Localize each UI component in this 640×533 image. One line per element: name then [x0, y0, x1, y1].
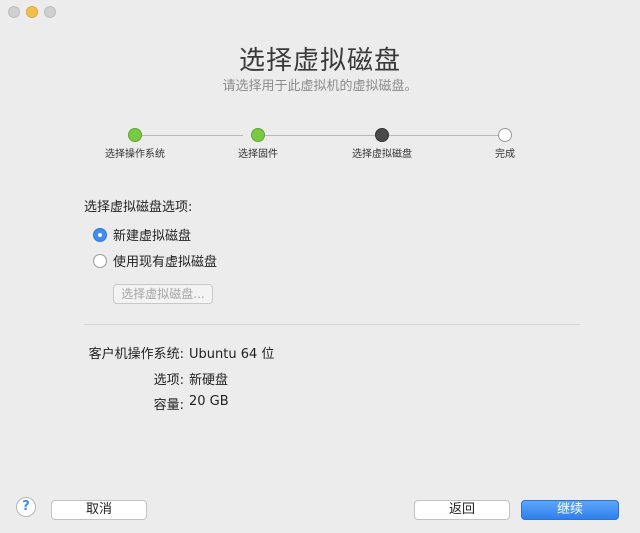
close-window-button[interactable]: [8, 6, 20, 18]
radio-existing-disk[interactable]: 使用现有虚拟磁盘: [93, 251, 217, 270]
radio-selected-icon[interactable]: [93, 227, 107, 242]
step-3-indicator: [375, 128, 389, 142]
step-2-label: 选择固件: [238, 149, 278, 160]
continue-button[interactable]: 继续: [521, 500, 619, 520]
step-2-indicator: [251, 128, 265, 142]
stepper-line: [265, 135, 375, 136]
radio-new-disk-label: 新建虚拟磁盘: [113, 229, 192, 244]
step-1-indicator: [128, 128, 142, 142]
dialog-window: 选择虚拟磁盘 请选择用于此虚拟机的虚拟磁盘。 选择操作系统 选择固件 选择虚拟磁…: [0, 0, 640, 533]
disk-options-label: 选择虚拟磁盘选项:: [84, 200, 193, 215]
stepper-line: [389, 135, 498, 136]
cancel-button[interactable]: 取消: [51, 500, 147, 520]
wizard-stepper: 选择操作系统 选择固件 选择虚拟磁盘 完成: [0, 128, 640, 168]
page-subtitle: 请选择用于此虚拟机的虚拟磁盘。: [222, 79, 418, 94]
page-title: 选择虚拟磁盘: [238, 46, 401, 76]
back-button[interactable]: 返回: [414, 500, 510, 520]
stepper-line: [142, 135, 243, 136]
help-icon[interactable]: ?: [16, 497, 36, 517]
step-1-label: 选择操作系统: [105, 149, 165, 160]
summary-os-key: 客户机操作系统:: [88, 347, 184, 362]
step-4-indicator: [498, 128, 512, 142]
radio-unselected-icon[interactable]: [93, 253, 107, 268]
summary-option-key: 选项:: [153, 373, 184, 388]
summary-capacity-key: 容量:: [153, 398, 184, 413]
radio-existing-disk-label: 使用现有虚拟磁盘: [113, 255, 218, 270]
summary-option-value: 新硬盘: [189, 373, 229, 388]
choose-disk-button: 选择虚拟磁盘...: [113, 284, 213, 304]
summary-capacity-value: 20 GB: [189, 394, 229, 409]
step-3-label: 选择虚拟磁盘: [352, 149, 412, 160]
step-4-label: 完成: [495, 149, 515, 160]
zoom-window-button[interactable]: [44, 6, 56, 18]
radio-new-disk[interactable]: 新建虚拟磁盘: [93, 225, 191, 244]
summary-os-value: Ubuntu 64 位: [189, 347, 275, 362]
section-divider: [84, 324, 580, 325]
minimize-window-button[interactable]: [26, 6, 38, 18]
window-controls: [8, 6, 56, 18]
